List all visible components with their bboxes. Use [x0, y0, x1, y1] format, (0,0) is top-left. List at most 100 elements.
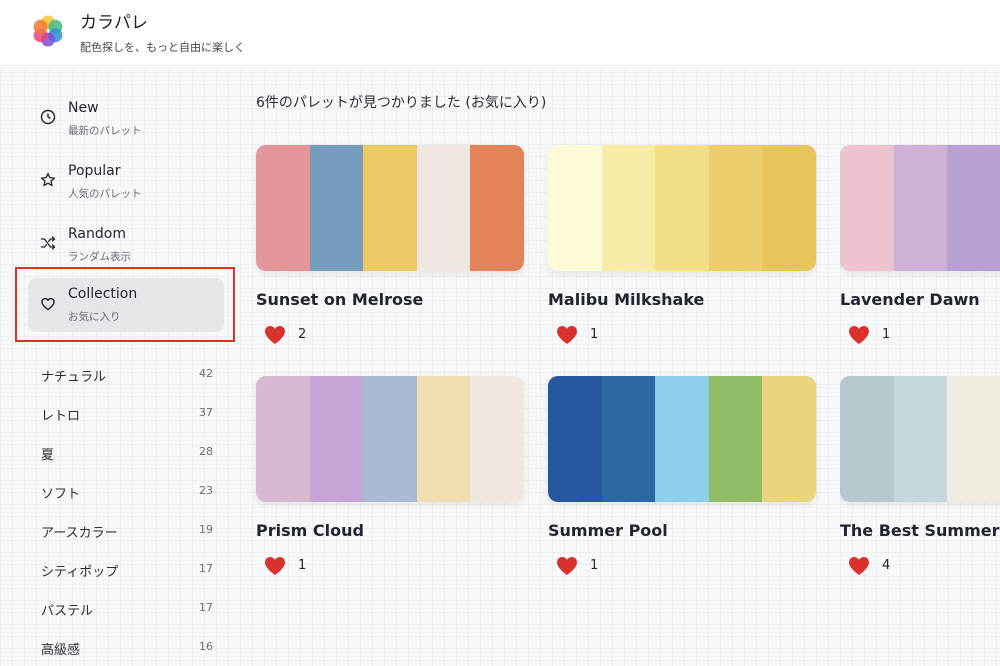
category-count: 42	[199, 367, 213, 380]
category-item[interactable]: アースカラー 19	[41, 519, 216, 541]
palette-name[interactable]: Sunset on Melrose	[256, 290, 423, 309]
palette-card: Sunset on Melrose 2	[256, 145, 524, 355]
palette-swatches[interactable]	[256, 376, 524, 502]
color-swatch[interactable]	[601, 376, 656, 502]
category-count: 23	[199, 484, 213, 497]
heart-icon[interactable]	[848, 556, 870, 576]
nav-sublabel: お気に入り	[68, 311, 121, 323]
heart-icon[interactable]	[848, 325, 870, 345]
palette-swatches[interactable]	[840, 145, 1000, 271]
category-count: 16	[199, 640, 213, 653]
color-swatch[interactable]	[309, 376, 364, 502]
color-swatch[interactable]	[470, 376, 524, 502]
nav-sublabel: ランダム表示	[68, 251, 131, 263]
heart-icon[interactable]	[556, 556, 578, 576]
color-swatch[interactable]	[947, 145, 1000, 271]
nav-item-collection[interactable]: Collection お気に入り	[28, 278, 224, 332]
app-header: カラパレ 配色探しを、もっと自由に楽しく	[0, 0, 1000, 66]
palette-name[interactable]: Lavender Dawn	[840, 290, 980, 309]
color-swatch[interactable]	[416, 145, 471, 271]
color-swatch[interactable]	[601, 145, 656, 271]
palette-card: Malibu Milkshake 1	[548, 145, 816, 355]
palette-card: The Best Summer 4	[840, 376, 1000, 586]
nav-item-random[interactable]: Random ランダム表示	[28, 218, 224, 272]
color-swatch[interactable]	[256, 145, 310, 271]
like-count: 1	[882, 327, 891, 342]
color-swatch[interactable]	[840, 376, 894, 502]
category-count: 37	[199, 406, 213, 419]
result-count-text: 6件のパレットが見つかりました (お気に入り)	[256, 95, 547, 111]
color-swatch[interactable]	[762, 376, 816, 502]
like-count: 1	[590, 327, 599, 342]
color-swatch[interactable]	[548, 376, 602, 502]
color-swatch[interactable]	[708, 376, 763, 502]
category-name: アースカラー	[41, 526, 118, 541]
nav-label: New	[68, 100, 99, 116]
category-item[interactable]: レトロ 37	[41, 402, 216, 424]
shuffle-icon	[40, 236, 56, 250]
like-count: 4	[882, 558, 891, 573]
category-name: 高級感	[41, 643, 81, 658]
category-item[interactable]: 高級感 16	[41, 636, 216, 658]
color-swatch[interactable]	[893, 145, 948, 271]
category-item[interactable]: 夏 28	[41, 441, 216, 463]
palette-swatches[interactable]	[256, 145, 524, 271]
like-count: 1	[298, 558, 307, 573]
palette-name[interactable]: Summer Pool	[548, 521, 668, 540]
category-name: ソフト	[41, 487, 81, 502]
category-name: ナチュラル	[41, 370, 107, 385]
nav-sublabel: 人気のパレット	[68, 188, 142, 200]
nav-sublabel: 最新のパレット	[68, 125, 142, 137]
category-item[interactable]: ソフト 23	[41, 480, 216, 502]
app-logo-icon[interactable]	[31, 14, 65, 48]
color-swatch[interactable]	[762, 145, 816, 271]
clock-icon	[40, 109, 56, 125]
color-swatch[interactable]	[256, 376, 310, 502]
nav-label: Popular	[68, 163, 121, 179]
color-swatch[interactable]	[416, 376, 471, 502]
color-swatch[interactable]	[840, 145, 894, 271]
palette-card: Summer Pool 1	[548, 376, 816, 586]
color-swatch[interactable]	[655, 376, 709, 502]
category-count: 19	[199, 523, 213, 536]
category-count: 17	[199, 562, 213, 575]
heart-icon[interactable]	[556, 325, 578, 345]
color-swatch[interactable]	[470, 145, 524, 271]
color-swatch[interactable]	[363, 145, 417, 271]
palette-swatches[interactable]	[548, 376, 816, 502]
nav-item-new[interactable]: New 最新のパレット	[28, 92, 224, 146]
color-swatch[interactable]	[309, 145, 364, 271]
app-subtitle: 配色探しを、もっと自由に楽しく	[80, 41, 245, 54]
heart-icon[interactable]	[264, 325, 286, 345]
app-title[interactable]: カラパレ	[80, 8, 148, 33]
like-count: 1	[590, 558, 599, 573]
category-item[interactable]: ナチュラル 42	[41, 363, 216, 385]
color-swatch[interactable]	[655, 145, 709, 271]
heart-outline-icon	[41, 297, 55, 311]
category-item[interactable]: シティポップ 17	[41, 558, 216, 580]
like-count: 2	[298, 327, 307, 342]
color-swatch[interactable]	[893, 376, 948, 502]
palette-swatches[interactable]	[840, 376, 1000, 502]
sidebar: New 最新のパレット Popular 人気のパレット Random ランダム表…	[0, 66, 236, 666]
category-name: パステル	[41, 604, 94, 619]
category-count: 17	[199, 601, 213, 614]
category-count: 28	[199, 445, 213, 458]
nav-label: Collection	[68, 286, 138, 302]
color-swatch[interactable]	[363, 376, 417, 502]
category-name: シティポップ	[41, 565, 119, 580]
palette-card: Prism Cloud 1	[256, 376, 524, 586]
palette-card: Lavender Dawn 1	[840, 145, 1000, 355]
nav-item-popular[interactable]: Popular 人気のパレット	[28, 155, 224, 209]
category-item[interactable]: パステル 17	[41, 597, 216, 619]
category-name: 夏	[41, 448, 55, 463]
palette-name[interactable]: Malibu Milkshake	[548, 290, 704, 309]
palette-name[interactable]: Prism Cloud	[256, 521, 364, 540]
palette-swatches[interactable]	[548, 145, 816, 271]
color-swatch[interactable]	[548, 145, 602, 271]
color-swatch[interactable]	[708, 145, 763, 271]
palette-name[interactable]: The Best Summer	[840, 521, 1000, 540]
nav-label: Random	[68, 226, 126, 242]
color-swatch[interactable]	[947, 376, 1000, 502]
heart-icon[interactable]	[264, 556, 286, 576]
